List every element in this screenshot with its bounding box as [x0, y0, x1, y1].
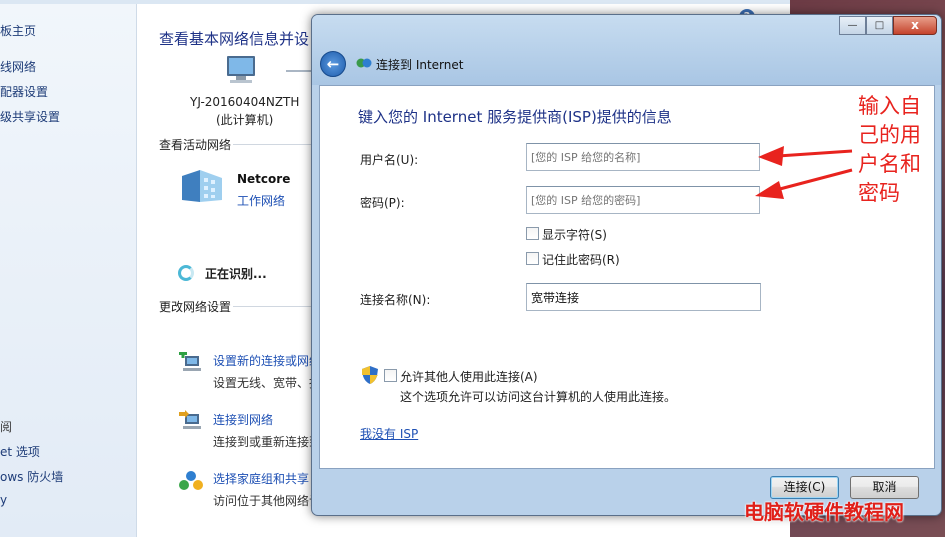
- show-characters-checkbox[interactable]: [526, 227, 539, 240]
- sidebar-item-firewall[interactable]: ows 防火墙: [0, 468, 63, 485]
- window-controls: — □ x: [839, 16, 937, 36]
- sidebar-item-other[interactable]: y: [0, 493, 7, 507]
- dialog-title: 连接到 Internet: [376, 58, 464, 72]
- homegroup-icon: [179, 471, 203, 490]
- task-desc: 访问位于其他网络计: [213, 494, 322, 508]
- annotation-text: 输入自己的用户名和密码: [858, 94, 921, 205]
- divider: [233, 306, 313, 307]
- task-desc: 设置无线、宽带、拨: [213, 376, 322, 390]
- username-label: 用户名(U):: [360, 153, 419, 167]
- no-isp-link[interactable]: 我没有 ISP: [360, 425, 418, 442]
- sidebar-item-home[interactable]: 板主页: [0, 22, 36, 39]
- remember-password-checkbox[interactable]: [526, 252, 539, 265]
- sidebar-item-wireless[interactable]: 线网络: [0, 58, 36, 75]
- sidebar-item-advanced-sharing[interactable]: 级共享设置: [0, 108, 60, 125]
- connection-name-field[interactable]: [526, 283, 761, 311]
- allow-others-checkbox[interactable]: [384, 369, 397, 382]
- dialog-heading: 键入您的 Internet 服务提供商(ISP)提供的信息: [358, 108, 672, 126]
- remember-password-label: 记住此密码(R): [542, 253, 620, 267]
- close-button[interactable]: x: [893, 16, 937, 35]
- password-label: 密码(P):: [360, 196, 405, 210]
- new-connection-icon: [179, 352, 201, 371]
- task-link-homegroup[interactable]: 选择家庭组和共享: [213, 470, 309, 487]
- task-link-new-connection[interactable]: 设置新的连接或网络: [213, 352, 321, 369]
- see-also-label: 阅: [0, 420, 13, 434]
- password-field[interactable]: [526, 186, 760, 214]
- username-field[interactable]: [526, 143, 760, 171]
- allow-others-label: 允许其他人使用此连接(A): [400, 370, 538, 384]
- busy-spinner-icon: [178, 265, 194, 281]
- connection-line: [286, 70, 314, 72]
- connect-internet-dialog: — □ x ← 连接到 Internet 键入您的 Internet 服务提供商…: [311, 14, 942, 516]
- task-desc: 连接到或重新连接到: [213, 435, 322, 449]
- network-name: Netcore: [237, 172, 291, 186]
- identifying-status: 正在识别...: [205, 267, 267, 281]
- maximize-button[interactable]: □: [866, 16, 893, 35]
- watermark: 电脑软硬件教程网: [744, 500, 904, 524]
- connect-network-icon: [179, 410, 201, 429]
- minimize-button[interactable]: —: [839, 16, 866, 35]
- page-title: 查看基本网络信息并设: [159, 30, 310, 48]
- uac-shield-icon: [362, 366, 378, 384]
- computer-name: YJ-20160404NZTH: [190, 95, 300, 109]
- allow-others-description: 这个选项允许可以访问这台计算机的人使用此连接。: [400, 390, 677, 404]
- task-link-connect-network[interactable]: 连接到网络: [213, 411, 273, 428]
- computer-sub-label: (此计算机): [216, 113, 274, 127]
- divider: [233, 144, 313, 145]
- active-networks-label: 查看活动网络: [159, 138, 232, 152]
- dialog-content: 键入您的 Internet 服务提供商(ISP)提供的信息 用户名(U): 密码…: [319, 85, 935, 469]
- show-characters-label: 显示字符(S): [542, 228, 607, 242]
- network-building-icon: [182, 170, 222, 202]
- network-type-link[interactable]: 工作网络: [237, 192, 285, 209]
- sidebar: 板主页 线网络 配器设置 级共享设置 阅 et 选项 ows 防火墙 y: [0, 4, 137, 537]
- sidebar-item-adapter[interactable]: 配器设置: [0, 83, 48, 100]
- connection-name-label: 连接名称(N):: [360, 293, 431, 307]
- change-settings-label: 更改网络设置: [159, 300, 232, 314]
- network-globe-icon: [356, 58, 372, 68]
- sidebar-item-internet-options[interactable]: et 选项: [0, 443, 40, 460]
- back-arrow-icon[interactable]: ←: [320, 51, 346, 77]
- computer-icon: [227, 56, 255, 83]
